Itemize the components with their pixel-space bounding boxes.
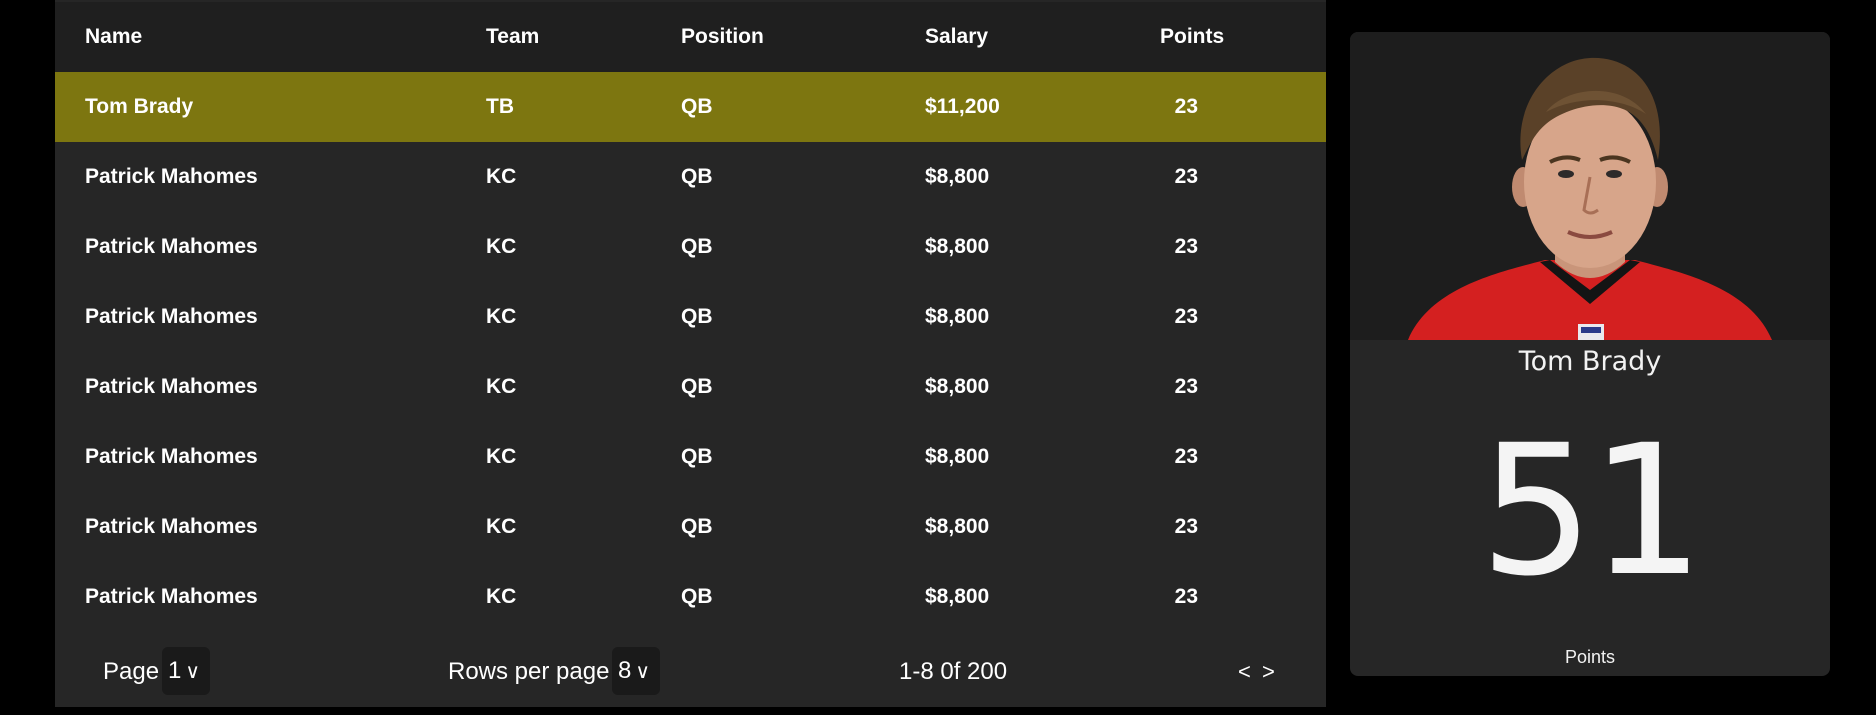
cell-position: QB xyxy=(681,445,713,468)
cell-points: 23 xyxy=(1174,585,1198,608)
cell-salary: $8,800 xyxy=(925,375,990,398)
cell-salary: $8,800 xyxy=(925,445,990,468)
cell-team: KC xyxy=(486,585,517,608)
range-indicator: 1-8 0f 200 xyxy=(899,658,1008,685)
page-label: Page xyxy=(103,658,160,685)
cell-position: QB xyxy=(681,585,713,608)
table-row[interactable]: Patrick Mahomes KC QB $8,800 23 xyxy=(55,352,1326,422)
cell-team: KC xyxy=(486,375,517,398)
cell-position: QB xyxy=(681,95,713,118)
cell-points: 23 xyxy=(1174,375,1198,398)
cell-salary: $8,800 xyxy=(925,235,990,258)
player-name: Tom Brady xyxy=(1518,346,1662,377)
pagination-bar: Page 1 ∨ Rows per page 8 ∨ 1-8 0f 200 < > xyxy=(55,637,1326,707)
cell-position: QB xyxy=(681,235,713,258)
table-row[interactable]: Patrick Mahomes KC QB $8,800 23 xyxy=(55,492,1326,562)
column-header-points[interactable]: Points xyxy=(1160,2,1224,72)
players-table: Name Team Position Salary Points Tom Bra… xyxy=(55,0,1326,707)
cell-team: KC xyxy=(486,235,517,258)
cell-salary: $8,800 xyxy=(925,165,990,188)
cell-salary: $8,800 xyxy=(925,515,990,538)
cell-name: Patrick Mahomes xyxy=(85,165,258,188)
rows-per-page-select[interactable]: 8 ∨ xyxy=(612,647,660,695)
cell-name: Patrick Mahomes xyxy=(85,515,258,538)
player-detail-card: Tom Brady 51 Points xyxy=(1350,32,1830,676)
table-row[interactable]: Patrick Mahomes KC QB $8,800 23 xyxy=(55,422,1326,492)
cell-position: QB xyxy=(681,375,713,398)
cell-name: Patrick Mahomes xyxy=(85,585,258,608)
cell-points: 23 xyxy=(1174,445,1198,468)
cell-position: QB xyxy=(681,165,713,188)
cell-points: 23 xyxy=(1174,515,1198,538)
points-label: Points xyxy=(1564,647,1616,667)
chevron-down-icon: ∨ xyxy=(635,661,650,683)
points-value: 51 xyxy=(1479,407,1704,616)
chevron-down-icon: ∨ xyxy=(185,661,200,683)
table-row[interactable]: Tom Brady TB QB $11,200 23 xyxy=(55,72,1326,142)
cell-name: Patrick Mahomes xyxy=(85,445,258,468)
column-header-team[interactable]: Team xyxy=(486,2,539,72)
cell-name: Tom Brady xyxy=(85,95,194,118)
cell-salary: $8,800 xyxy=(925,305,990,328)
previous-page-button[interactable]: < xyxy=(1238,637,1251,707)
app-root: Name Team Position Salary Points Tom Bra… xyxy=(0,0,1876,715)
cell-points: 23 xyxy=(1174,95,1198,118)
cell-team: KC xyxy=(486,515,517,538)
page-select[interactable]: 1 ∨ xyxy=(162,647,210,695)
column-header-position[interactable]: Position xyxy=(681,2,764,72)
column-header-salary[interactable]: Salary xyxy=(925,2,988,72)
table-row[interactable]: Patrick Mahomes KC QB $8,800 23 xyxy=(55,562,1326,632)
cell-salary: $8,800 xyxy=(925,585,990,608)
table-header: Name Team Position Salary Points xyxy=(55,2,1326,72)
cell-name: Patrick Mahomes xyxy=(85,375,258,398)
cell-team: KC xyxy=(486,165,517,188)
player-photo xyxy=(1350,32,1830,340)
cell-points: 23 xyxy=(1174,235,1198,258)
cell-salary: $11,200 xyxy=(925,95,1000,118)
player-headshot-icon xyxy=(1350,32,1830,340)
table-row[interactable]: Patrick Mahomes KC QB $8,800 23 xyxy=(55,282,1326,352)
table-row[interactable]: Patrick Mahomes KC QB $8,800 23 xyxy=(55,142,1326,212)
rows-per-page-value: 8 xyxy=(618,657,632,684)
table-row[interactable]: Patrick Mahomes KC QB $8,800 23 xyxy=(55,212,1326,282)
cell-team: TB xyxy=(486,95,514,118)
cell-position: QB xyxy=(681,515,713,538)
next-page-button[interactable]: > xyxy=(1262,637,1275,707)
cell-points: 23 xyxy=(1174,165,1198,188)
cell-name: Patrick Mahomes xyxy=(85,235,258,258)
column-header-name[interactable]: Name xyxy=(85,2,142,72)
cell-team: KC xyxy=(486,305,517,328)
cell-position: QB xyxy=(681,305,713,328)
cell-points: 23 xyxy=(1174,305,1198,328)
page-select-value: 1 xyxy=(168,657,182,684)
cell-team: KC xyxy=(486,445,517,468)
rows-per-page-label: Rows per page xyxy=(448,658,610,685)
cell-name: Patrick Mahomes xyxy=(85,305,258,328)
